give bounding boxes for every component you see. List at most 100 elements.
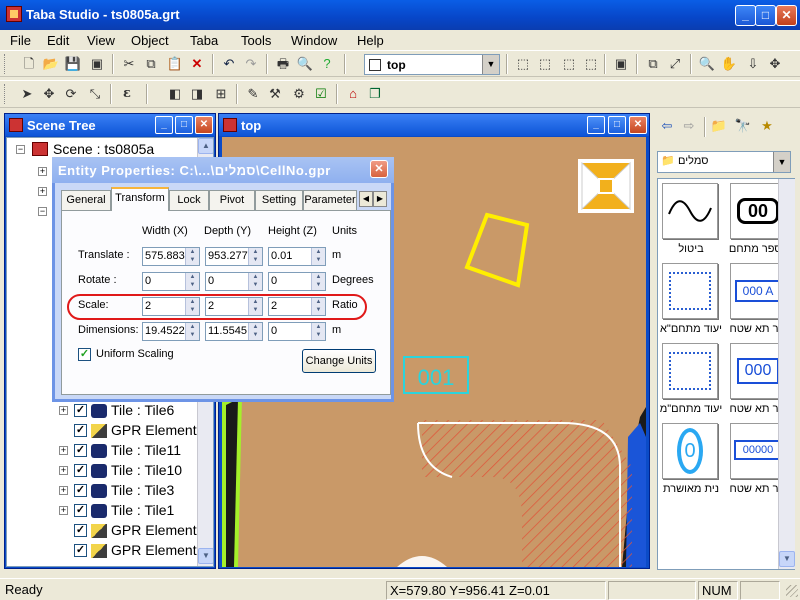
tab-scroll-left-button[interactable]: ◀ (359, 191, 373, 207)
zoom-extents-icon[interactable]: ▣ (612, 55, 630, 73)
app-title-bar[interactable]: Taba Studio - ts0805a.grt _ □ ✕ (0, 0, 800, 30)
zoom-icon[interactable]: 🔍 (698, 55, 716, 73)
rotate-y-input[interactable]: 0 ▲ ▼ (205, 272, 263, 291)
menu-tools[interactable]: Tools (241, 33, 271, 48)
cut-icon[interactable]: ✂ (120, 55, 138, 73)
uniform-scaling-checkbox[interactable]: ✓ (78, 348, 91, 361)
taba-epsilon-icon[interactable]: ε (118, 85, 136, 103)
scene-tree-maximize-button[interactable]: □ (175, 116, 193, 134)
scene-tree-titlebar[interactable]: Scene Tree _ □ ✕ (5, 114, 215, 136)
view-front-icon[interactable]: ⬚ (514, 55, 532, 73)
scale-object-icon[interactable]: ⤡ (86, 85, 104, 103)
tools-icon[interactable]: ⚒ (266, 85, 284, 103)
scroll-down-button[interactable]: ▼ (198, 548, 213, 564)
paste-icon[interactable]: 📋 (166, 55, 184, 73)
expand-toggle[interactable]: + (59, 486, 68, 495)
help-cursor-icon[interactable]: ? (318, 55, 336, 73)
move-icon[interactable]: ✥ (766, 55, 784, 73)
binoculars-icon[interactable]: 🔭 (734, 117, 752, 135)
spinner-arrows[interactable]: ▲ ▼ (311, 323, 325, 340)
menu-taba[interactable]: Taba (190, 33, 218, 48)
view-minimize-button[interactable]: _ (587, 116, 605, 134)
spinner-arrows[interactable]: ▲ ▼ (185, 273, 199, 290)
menu-window[interactable]: Window (291, 33, 337, 48)
move-object-icon[interactable]: ✥ (40, 85, 58, 103)
open-folder-icon[interactable]: 📂 (42, 55, 60, 73)
tab-setting[interactable]: Setting (255, 190, 303, 210)
copy-icon[interactable]: ⧉ (142, 55, 160, 73)
new-file-icon[interactable]: 🗋 (20, 55, 38, 73)
dialog-titlebar[interactable]: Entity Properties: C:\...\סמלים\CellNo.g… (52, 157, 394, 183)
visibility-checkbox[interactable]: ✓ (74, 444, 87, 457)
menu-view[interactable]: View (87, 33, 115, 48)
scene-tree-close-button[interactable]: ✕ (195, 116, 213, 134)
translate-x-input[interactable]: 575.883 ▲ ▼ (142, 247, 200, 266)
toolbar-grip[interactable] (4, 54, 7, 74)
pan-hand-icon[interactable]: ✋ (720, 55, 738, 73)
view-side-icon[interactable]: ⬚ (536, 55, 554, 73)
close-button[interactable]: ✕ (776, 5, 797, 26)
print-preview-icon[interactable]: 🔍 (296, 55, 314, 73)
dimensions-x-input[interactable]: 19.4522 ▲ ▼ (142, 322, 200, 341)
redo-icon[interactable]: ↷ (242, 55, 260, 73)
spinner-arrows[interactable]: ▲ ▼ (185, 248, 199, 265)
translate-z-input[interactable]: 0.01 ▲ ▼ (268, 247, 326, 266)
back-arrow-icon[interactable]: ⇦ (658, 117, 676, 135)
expand-toggle[interactable]: + (59, 506, 68, 515)
expand-toggle[interactable]: − (16, 145, 25, 154)
library-scrollbar[interactable]: ▼ (778, 179, 795, 569)
scroll-down-button[interactable]: ▼ (779, 551, 795, 567)
visibility-checkbox[interactable]: ✓ (74, 424, 87, 437)
window-icon[interactable]: ⧉ (644, 55, 662, 73)
minimize-button[interactable]: _ (735, 5, 756, 26)
view-window-titlebar[interactable]: top _ □ ✕ (219, 114, 649, 136)
spinner-arrows[interactable]: ▲ ▼ (248, 248, 262, 265)
favorites-icon[interactable]: ★ (758, 117, 776, 135)
tab-scroller[interactable]: ◀ ▶ (359, 191, 387, 207)
maximize-button[interactable]: □ (755, 5, 776, 26)
rotate-z-input[interactable]: 0 ▲ ▼ (268, 272, 326, 291)
save-icon[interactable]: 💾 (64, 55, 82, 73)
panel-right-icon[interactable]: ◨ (188, 85, 206, 103)
scene-root[interactable]: Scene : ts0805a (53, 139, 154, 159)
dialog-close-button[interactable]: ✕ (370, 160, 388, 178)
library-folder-select[interactable]: 📁 סמלים ▼ (657, 151, 791, 173)
tab-transform[interactable]: Transform (111, 187, 169, 211)
spinner-arrows[interactable]: ▲ ▼ (311, 248, 325, 265)
visibility-checkbox[interactable]: ✓ (74, 524, 87, 537)
visibility-checkbox[interactable]: ✓ (74, 544, 87, 557)
rotate-x-input[interactable]: 0 ▲ ▼ (142, 272, 200, 291)
scene-tree-minimize-button[interactable]: _ (155, 116, 173, 134)
spinner-arrows[interactable]: ▲ ▼ (185, 323, 199, 340)
visibility-checkbox[interactable]: ✓ (74, 464, 87, 477)
select-arrow-icon[interactable]: ➤ (18, 85, 36, 103)
view-iso-icon[interactable]: ⬚ (582, 55, 600, 73)
tree-view-icon[interactable]: ⊞ (212, 85, 230, 103)
spinner-arrows[interactable]: ▲ ▼ (248, 273, 262, 290)
visibility-checkbox[interactable]: ✓ (74, 484, 87, 497)
layers-icon[interactable]: ❐ (366, 85, 384, 103)
delete-icon[interactable]: ✕ (188, 55, 206, 73)
dimensions-z-input[interactable]: 0 ▲ ▼ (268, 322, 326, 341)
view-close-button[interactable]: ✕ (629, 116, 647, 134)
save-all-icon[interactable]: ▣ (88, 55, 106, 73)
folder-up-icon[interactable]: 📁 (710, 117, 728, 135)
expand-toggle[interactable]: + (38, 187, 47, 196)
expand-toggle[interactable]: − (38, 207, 47, 216)
undo-icon[interactable]: ↶ (220, 55, 238, 73)
spinner-arrows[interactable]: ▲ ▼ (248, 323, 262, 340)
walk-icon[interactable]: ⇩ (744, 55, 762, 73)
forward-arrow-icon[interactable]: ⇨ (680, 117, 698, 135)
view-top-icon[interactable]: ⬚ (560, 55, 578, 73)
resize-grip-icon[interactable] (786, 585, 798, 597)
tab-pivot[interactable]: Pivot (209, 190, 255, 210)
chevron-down-icon[interactable]: ▼ (482, 55, 499, 74)
spinner-arrows[interactable]: ▲ ▼ (311, 273, 325, 290)
tab-scroll-right-button[interactable]: ▶ (373, 191, 387, 207)
visibility-checkbox[interactable]: ✓ (74, 504, 87, 517)
view-maximize-button[interactable]: □ (608, 116, 626, 134)
tab-parameter[interactable]: Parameter (303, 190, 357, 210)
visibility-checkbox[interactable]: ✓ (74, 404, 87, 417)
expand-toggle[interactable]: + (59, 466, 68, 475)
expand-toggle[interactable]: + (59, 406, 68, 415)
